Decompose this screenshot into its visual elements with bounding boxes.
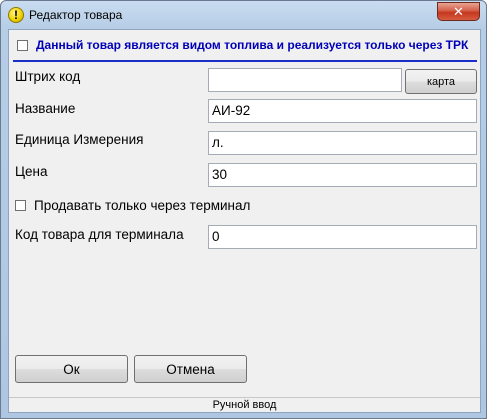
card-button[interactable]: карта [405,69,477,94]
price-label: Цена [15,164,48,179]
barcode-label: Штрих код [15,69,81,84]
unit-label: Единица Измерения [15,132,144,147]
terminal-code-label: Код товара для терминала [15,227,184,242]
price-input[interactable]: 30 [208,163,477,187]
fuel-checkbox[interactable] [17,40,28,51]
status-bar: Ручной ввод [9,397,480,413]
dialog-body: Данный товар является видом топлива и ре… [8,29,481,413]
name-input[interactable]: АИ-92 [208,99,477,123]
name-label: Название [15,101,76,116]
fuel-separator-line [13,60,477,62]
terminal-only-checkbox[interactable] [15,200,26,211]
barcode-input[interactable] [208,68,402,92]
fuel-option-row: Данный товар является видом топлива и ре… [9,30,480,62]
title-bar[interactable]: ! Редактор товара ✕ [1,1,486,29]
window-title: Редактор товара [29,8,123,22]
ok-button[interactable]: Ок [15,355,128,383]
cancel-button[interactable]: Отмена [134,355,247,383]
fuel-checkbox-label[interactable]: Данный товар является видом топлива и ре… [36,38,468,52]
terminal-only-label[interactable]: Продавать только через терминал [34,198,250,213]
warning-app-icon: ! [8,7,24,23]
editor-window: ! Редактор товара ✕ Данный товар являетс… [0,0,487,419]
close-button[interactable]: ✕ [437,2,480,21]
terminal-code-input[interactable]: 0 [208,225,477,249]
unit-input[interactable]: л. [208,131,477,155]
